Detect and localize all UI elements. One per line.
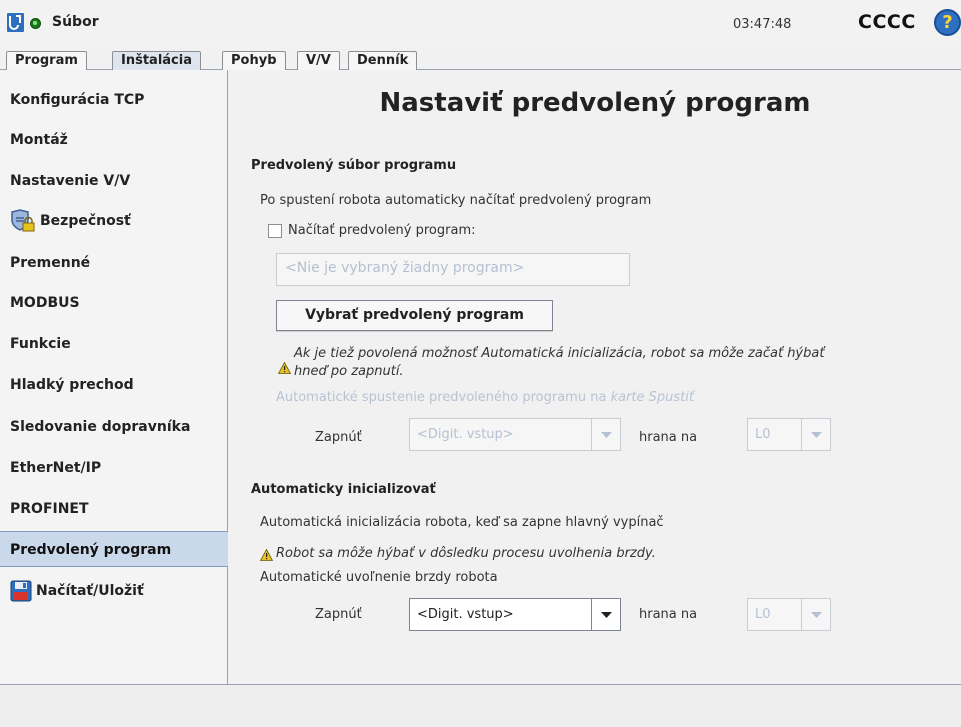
- default-program-section-title: Predvolený súbor programu: [251, 158, 457, 173]
- default-program-field[interactable]: <Nie je vybraný žiadny program>: [276, 253, 630, 286]
- brake-edge-label: hrana na: [639, 607, 698, 622]
- sidebar-item-io-setup[interactable]: Nastavenie V/V: [0, 163, 228, 199]
- sidebar-item-label: PROFINET: [10, 501, 89, 517]
- bottom-bar: [0, 684, 961, 727]
- sidebar-item-label: Montáž: [10, 132, 68, 148]
- auto-init-description: Automatická inicializácia robota, keď sa…: [260, 515, 664, 530]
- floppy-disk-icon: [10, 580, 32, 602]
- sidebar-item-conveyor-tracking[interactable]: Sledovanie dopravníka: [0, 409, 228, 445]
- chevron-down-icon: [801, 419, 830, 450]
- tab-program[interactable]: Program: [6, 51, 87, 70]
- sidebar-item-label: Načítať/Uložiť: [36, 583, 144, 599]
- tab-move[interactable]: Pohyb: [222, 51, 286, 70]
- autostart-edge-select[interactable]: L0: [747, 418, 831, 451]
- chevron-down-icon: [591, 419, 620, 450]
- brake-release-label: Automatické uvoľnenie brzdy robota: [260, 570, 498, 585]
- help-icon[interactable]: ?: [934, 9, 961, 36]
- brake-edge-select[interactable]: L0: [747, 598, 831, 631]
- select-default-program-button[interactable]: Vybrať predvolený program: [276, 300, 553, 331]
- brake-input-select[interactable]: <Digit. vstup>: [409, 598, 621, 631]
- autostart-warning-line2: hneď po zapnutí.: [294, 364, 404, 379]
- sidebar-item-safety[interactable]: Bezpečnosť: [0, 203, 228, 239]
- sidebar-item-label: MODBUS: [10, 295, 80, 311]
- autostart-description-text: Automatické spustenie predvoleného progr…: [276, 390, 611, 405]
- autostart-warning-line1: Ak je tiež povolená možnosť Automatická …: [294, 346, 825, 361]
- installation-sidebar: Konfigurácia TCP Montáž Nastavenie V/V B…: [0, 70, 228, 684]
- sidebar-item-load-save[interactable]: Načítať/Uložiť: [0, 573, 228, 609]
- tab-installation[interactable]: Inštalácia: [112, 51, 201, 70]
- main-panel: Nastaviť predvolený program Predvolený s…: [229, 70, 961, 684]
- sidebar-item-label: Hladký prechod: [10, 377, 134, 393]
- brake-edge-value: L0: [755, 607, 771, 622]
- run-tab-link: karte Spustiť: [610, 390, 694, 405]
- clock: 03:47:48: [733, 17, 792, 32]
- sidebar-item-variables[interactable]: Premenné: [0, 245, 228, 281]
- autostart-enable-label: Zapnúť: [315, 430, 362, 445]
- chevron-down-icon: [591, 599, 620, 630]
- autostart-edge-label: hrana na: [639, 430, 698, 445]
- sidebar-item-label: Sledovanie dopravníka: [10, 419, 191, 435]
- sidebar-item-ethernet-ip[interactable]: EtherNet/IP: [0, 450, 228, 486]
- brake-release-warning: Robot sa môže hýbať v dôsledku procesu u…: [276, 546, 656, 561]
- sidebar-item-smooth-transition[interactable]: Hladký prechod: [0, 367, 228, 403]
- shield-lock-icon: [11, 209, 35, 232]
- sidebar-item-modbus[interactable]: MODBUS: [0, 285, 228, 321]
- robot-status-icon: [30, 18, 41, 29]
- autostart-description: Automatické spustenie predvoleného progr…: [276, 390, 694, 405]
- page-title: Nastaviť predvolený program: [379, 88, 811, 118]
- autostart-input-select[interactable]: <Digit. vstup>: [409, 418, 621, 451]
- sidebar-item-profinet[interactable]: PROFINET: [0, 491, 228, 527]
- sidebar-item-label: Funkcie: [10, 336, 71, 352]
- load-default-program-label: Načítať predvolený program:: [288, 223, 476, 238]
- brake-input-value: <Digit. vstup>: [417, 607, 514, 622]
- load-default-program-checkbox[interactable]: [268, 224, 282, 238]
- brake-enable-label: Zapnúť: [315, 607, 362, 622]
- tab-io[interactable]: V/V: [297, 51, 340, 70]
- sidebar-item-label: Bezpečnosť: [40, 213, 131, 229]
- sidebar-item-label: Konfigurácia TCP: [10, 92, 145, 108]
- robot-name: CCCC: [858, 11, 916, 33]
- sidebar-item-mounting[interactable]: Montáž: [0, 122, 228, 158]
- sidebar-item-label: EtherNet/IP: [10, 460, 102, 476]
- sidebar-item-label: Premenné: [10, 255, 91, 271]
- sidebar-item-default-program[interactable]: Predvolený program: [0, 531, 228, 567]
- top-bar: Súbor 03:47:48 CCCC ?: [0, 0, 961, 47]
- autostart-edge-value: L0: [755, 427, 771, 442]
- sidebar-item-label: Predvolený program: [10, 542, 172, 558]
- file-menu[interactable]: Súbor: [52, 14, 99, 30]
- default-program-description: Po spustení robota automaticky načítať p…: [260, 193, 652, 208]
- autostart-input-value: <Digit. vstup>: [417, 427, 514, 442]
- sidebar-item-features[interactable]: Funkcie: [0, 326, 228, 362]
- main-tabs: Program Inštalácia Pohyb V/V Denník: [0, 47, 961, 70]
- auto-init-section-title: Automaticky inicializovať: [251, 482, 436, 497]
- tab-log[interactable]: Denník: [348, 51, 418, 70]
- sidebar-item-label: Nastavenie V/V: [10, 173, 131, 189]
- chevron-down-icon: [801, 599, 830, 630]
- sidebar-item-tcp-config[interactable]: Konfigurácia TCP: [0, 82, 228, 118]
- ur-logo-icon: [7, 13, 24, 32]
- warning-icon: [260, 549, 273, 561]
- warning-icon: [278, 362, 291, 374]
